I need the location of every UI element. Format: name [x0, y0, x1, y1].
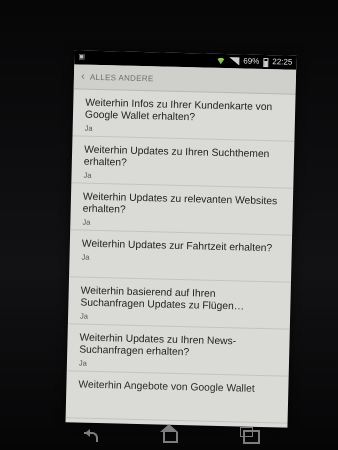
battery-icon [263, 57, 269, 67]
recent-apps-icon[interactable] [239, 427, 260, 444]
battery-percent: 69% [243, 56, 260, 66]
item-title: Weiterhin basierend auf Ihren Suchanfrag… [80, 285, 245, 313]
settings-list: Weiterhin Infos zu Ihrer Kundenkarte von… [65, 89, 296, 424]
list-item[interactable]: Weiterhin Updates zu Ihren News-Suchanfr… [66, 324, 290, 377]
list-item[interactable]: Weiterhin Updates zu Ihren Suchthemen er… [71, 136, 295, 189]
up-navigation-icon[interactable]: ‹ [76, 70, 90, 83]
photo: ▣ 69% 22:25 ‹ ALLES ANDERE Weiterhin Inf… [0, 0, 338, 450]
item-title: Weiterhin Updates zu Ihren News-Suchanfr… [79, 332, 237, 359]
phone-screen: ▣ 69% 22:25 ‹ ALLES ANDERE Weiterhin Inf… [65, 50, 297, 428]
list-item[interactable]: Weiterhin basierend auf Ihren Suchanfrag… [67, 277, 291, 330]
item-title: Weiterhin Angebote von Google Wallet [78, 379, 255, 395]
page-title[interactable]: ALLES ANDERE [90, 72, 154, 83]
navigation-bar [52, 423, 292, 450]
item-title: Weiterhin Infos zu Ihrer Kundenkarte von… [84, 97, 273, 124]
list-item[interactable]: Weiterhin Infos zu Ihrer Kundenkarte von… [72, 89, 296, 142]
list-item[interactable]: Weiterhin Updates zu relevanten Websites… [70, 183, 294, 236]
notification-icon: ▣ [78, 53, 86, 61]
list-item[interactable]: Weiterhin Angebote von Google Wallet [65, 371, 289, 424]
home-icon[interactable] [159, 423, 178, 443]
wifi-icon [216, 57, 225, 64]
list-item[interactable]: Weiterhin Updates zur Fahrtzeit erhalten… [69, 230, 293, 283]
clock: 22:25 [272, 57, 293, 67]
back-icon[interactable] [84, 429, 99, 442]
item-title: Weiterhin Updates zu Ihren Suchthemen er… [83, 144, 270, 169]
item-title: Weiterhin Updates zu relevanten Websites… [82, 191, 278, 216]
signal-icon [229, 57, 240, 66]
